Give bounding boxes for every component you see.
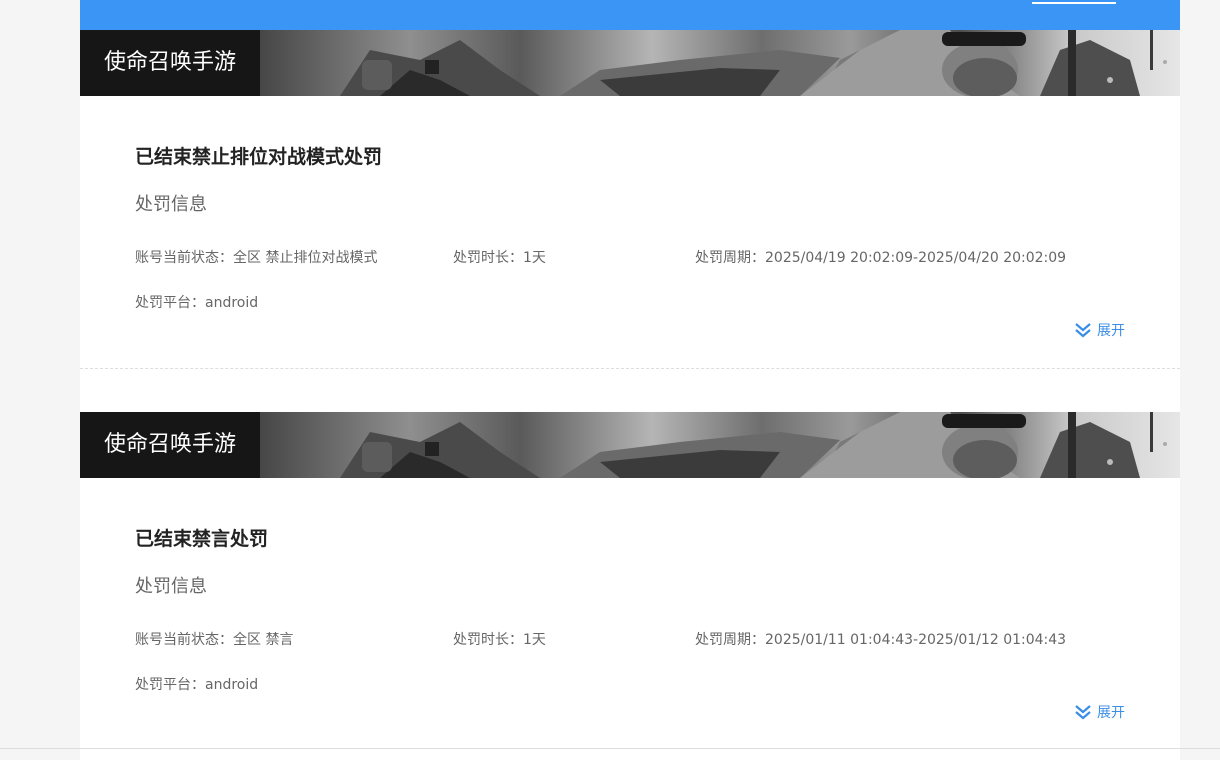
period-value: 2025/01/11 01:04:43-2025/01/12 01:04:43	[765, 632, 1067, 648]
account-status-value: 全区 禁言	[233, 632, 294, 648]
punishment-period: 处罚周期：2025/04/19 20:02:09-2025/04/20 20:0…	[695, 247, 1066, 267]
punishment-record-card: 使命召唤手游 已结束禁言处罚 处罚信息 账号当前状态：全区 禁言 处罚时长：1天…	[80, 412, 1180, 748]
punishment-records-page: 使命召唤手游 已结束禁止排位对战模式处罚 处罚信息 账号当前状态：全区 禁止排位…	[80, 0, 1180, 760]
punishment-title: 已结束禁言处罚	[135, 528, 269, 550]
punishment-title: 已结束禁止排位对战模式处罚	[135, 146, 383, 168]
punishment-platform: 处罚平台：android	[135, 292, 258, 312]
header-link[interactable]	[1032, 0, 1116, 4]
game-name: 使命召唤手游	[104, 50, 237, 75]
account-status: 账号当前状态：全区 禁言	[135, 629, 293, 649]
soldier-artwork-image	[80, 412, 1167, 478]
account-status: 账号当前状态：全区 禁止排位对战模式	[135, 247, 377, 267]
period-label: 处罚周期：	[695, 632, 765, 648]
punishment-duration: 处罚时长：1天	[453, 247, 546, 267]
duration-value: 1天	[523, 250, 546, 266]
section-label: 处罚信息	[135, 194, 207, 215]
duration-label: 处罚时长：	[453, 250, 523, 266]
page-bottom-divider	[0, 748, 1220, 749]
duration-value: 1天	[523, 632, 546, 648]
punishment-duration: 处罚时长：1天	[453, 629, 546, 649]
punishment-info-row: 账号当前状态：全区 禁止排位对战模式 处罚时长：1天 处罚周期：2025/04/…	[135, 247, 1135, 267]
section-label: 处罚信息	[135, 576, 207, 597]
period-value: 2025/04/19 20:02:09-2025/04/20 20:02:09	[765, 250, 1067, 266]
top-header-bar	[80, 0, 1180, 30]
account-status-label: 账号当前状态：	[135, 632, 233, 648]
account-status-label: 账号当前状态：	[135, 250, 233, 266]
punishment-period: 处罚周期：2025/01/11 01:04:43-2025/01/12 01:0…	[695, 629, 1066, 649]
expand-label: 展开	[1097, 705, 1125, 721]
period-label: 处罚周期：	[695, 250, 765, 266]
platform-value: android	[205, 295, 259, 311]
punishment-record-card: 使命召唤手游 已结束禁止排位对战模式处罚 处罚信息 账号当前状态：全区 禁止排位…	[80, 30, 1180, 369]
account-status-value: 全区 禁止排位对战模式	[233, 250, 378, 266]
game-banner: 使命召唤手游	[80, 30, 1180, 96]
punishment-info-row: 账号当前状态：全区 禁言 处罚时长：1天 处罚周期：2025/01/11 01:…	[135, 629, 1135, 649]
expand-button[interactable]: 展开	[1073, 701, 1125, 723]
soldier-artwork-image	[80, 30, 1167, 96]
expand-button[interactable]: 展开	[1073, 319, 1125, 341]
platform-label: 处罚平台：	[135, 295, 205, 311]
double-chevron-down-icon	[1075, 323, 1091, 338]
expand-label: 展开	[1097, 323, 1125, 339]
double-chevron-down-icon	[1075, 705, 1091, 720]
platform-label: 处罚平台：	[135, 677, 205, 693]
game-banner: 使命召唤手游	[80, 412, 1180, 478]
punishment-platform: 处罚平台：android	[135, 674, 258, 694]
game-name: 使命召唤手游	[104, 432, 237, 457]
platform-value: android	[205, 677, 259, 693]
duration-label: 处罚时长：	[453, 632, 523, 648]
